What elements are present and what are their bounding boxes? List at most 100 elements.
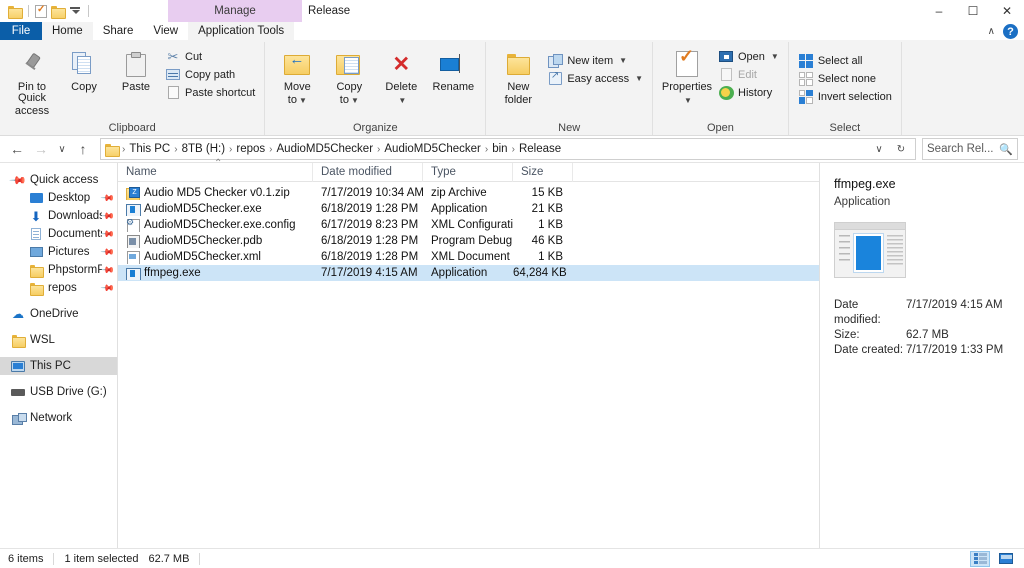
- qat-divider: [28, 5, 29, 17]
- table-row[interactable]: AudioMD5Checker.exe 6/18/2019 1:28 PM Ap…: [118, 201, 819, 217]
- contextual-tab-manage[interactable]: Manage: [168, 0, 302, 22]
- breadcrumb-item-audiomd5checker[interactable]: AudioMD5Checker: [273, 143, 378, 155]
- sidebar-item-label: Downloads: [48, 210, 102, 222]
- file-date-modified: 6/17/2019 8:23 PM: [321, 219, 419, 231]
- properties-button[interactable]: Properties ▼: [659, 46, 715, 108]
- breadcrumb-item-release[interactable]: Release: [515, 143, 565, 155]
- paste-icon: [126, 52, 146, 77]
- address-dropdown-icon[interactable]: ∨: [871, 138, 887, 160]
- ribbon-group-label-open: Open: [706, 122, 734, 134]
- copy-button[interactable]: Copy: [58, 46, 110, 95]
- file-name: ffmpeg.exe: [144, 267, 201, 279]
- minimize-button[interactable]: –: [922, 0, 956, 22]
- new-item-button[interactable]: New item ▼: [544, 52, 646, 69]
- breadcrumb[interactable]: › This PC › 8TB (H:) › repos › AudioMD5C…: [100, 138, 916, 160]
- rename-icon: [440, 54, 466, 74]
- ribbon-tab-strip: File Home Share View Application Tools: [0, 22, 1024, 40]
- table-row[interactable]: ffmpeg.exe 7/17/2019 4:15 AM Application…: [118, 265, 819, 281]
- search-input[interactable]: Search Rel... 🔍: [922, 138, 1018, 160]
- column-header-name[interactable]: Name: [118, 162, 313, 182]
- back-button[interactable]: ←: [6, 138, 28, 160]
- open-button[interactable]: Open ▼: [715, 48, 782, 65]
- breadcrumb-item-bin[interactable]: bin: [488, 143, 511, 155]
- sidebar-item-desktop[interactable]: Desktop 📌: [0, 189, 117, 207]
- tab-home[interactable]: Home: [42, 22, 93, 40]
- move-to-button[interactable]: Move to▼: [271, 46, 323, 108]
- sidebar-item-label: WSL: [30, 334, 55, 346]
- sidebar-item-repos[interactable]: repos 📌: [0, 279, 117, 297]
- breadcrumb-item-8tb[interactable]: 8TB (H:): [178, 143, 229, 155]
- new-folder-button[interactable]: New folder: [492, 46, 544, 108]
- sidebar-item-this-pc[interactable]: This PC: [0, 357, 117, 375]
- collapse-ribbon-icon[interactable]: ∧: [988, 26, 995, 37]
- sidebar-item-wsl[interactable]: WSL: [0, 331, 117, 349]
- tab-share[interactable]: Share: [93, 22, 144, 40]
- details-view-button[interactable]: [970, 550, 990, 567]
- status-divider-2: [199, 552, 201, 565]
- sidebar-item-pictures[interactable]: Pictures 📌: [0, 243, 117, 261]
- sidebar-item-network[interactable]: Network: [0, 409, 117, 427]
- details-pane: ffmpeg.exe Application Date modified: 7/…: [820, 163, 1024, 548]
- onedrive-icon: ☁: [12, 307, 24, 321]
- sidebar-item-usb-drive[interactable]: USB Drive (G:): [0, 383, 117, 401]
- history-label: History: [738, 86, 773, 99]
- paste-shortcut-button[interactable]: Paste shortcut: [162, 84, 258, 101]
- search-placeholder: Search Rel...: [927, 143, 994, 155]
- tab-file[interactable]: File: [0, 22, 42, 40]
- column-header-size[interactable]: Size: [513, 162, 573, 182]
- forward-button[interactable]: →: [30, 138, 52, 160]
- column-header-date-modified[interactable]: Date modified: [313, 162, 423, 182]
- folder-icon[interactable]: [51, 5, 66, 19]
- edit-button[interactable]: Edit: [715, 66, 782, 83]
- sidebar-item-documents[interactable]: Documents 📌: [0, 225, 117, 243]
- sidebar-item-downloads[interactable]: ⬇ Downloads 📌: [0, 207, 117, 225]
- status-selection: 1 item selected: [64, 552, 139, 565]
- easy-access-button[interactable]: Easy access ▼: [544, 70, 646, 87]
- breadcrumb-item-audiomd5checker-2[interactable]: AudioMD5Checker: [380, 143, 485, 155]
- pin-icon: 📌: [100, 262, 116, 278]
- help-icon[interactable]: ?: [1003, 24, 1018, 39]
- folder-icon: [10, 334, 26, 348]
- copy-to-icon: [336, 53, 362, 75]
- open-label: Open: [738, 50, 765, 63]
- up-button[interactable]: ↑: [72, 138, 94, 160]
- maximize-button[interactable]: ☐: [956, 0, 990, 22]
- pin-to-quick-access-button[interactable]: Pin to Quick access: [6, 46, 58, 119]
- open-caret-icon: ▼: [770, 52, 779, 61]
- tab-application-tools[interactable]: Application Tools: [188, 22, 295, 40]
- column-header-type[interactable]: Type: [423, 162, 513, 182]
- sidebar-item-phpstormprojects[interactable]: PhpstormProjects 📌: [0, 261, 117, 279]
- recent-locations-button[interactable]: ∨: [54, 138, 70, 160]
- cut-button[interactable]: ✂ Cut: [162, 48, 258, 65]
- copy-path-button[interactable]: Copy path: [162, 66, 258, 83]
- paste-button[interactable]: Paste: [110, 46, 162, 95]
- select-none-icon: [798, 71, 813, 86]
- select-all-button[interactable]: Select all: [795, 52, 895, 69]
- close-button[interactable]: ✕: [990, 0, 1024, 22]
- history-button[interactable]: History: [715, 84, 782, 101]
- select-none-button[interactable]: Select none: [795, 70, 895, 87]
- invert-selection-button[interactable]: Invert selection: [795, 88, 895, 105]
- file-type: zip Archive: [431, 187, 487, 199]
- properties-icon[interactable]: [35, 4, 47, 18]
- table-row[interactable]: Audio MD5 Checker v0.1.zip 7/17/2019 10:…: [118, 185, 819, 201]
- new-folder-icon[interactable]: [8, 5, 23, 19]
- table-row[interactable]: AudioMD5Checker.pdb 6/18/2019 1:28 PM Pr…: [118, 233, 819, 249]
- customize-qat-icon[interactable]: [69, 5, 82, 17]
- refresh-icon[interactable]: ↻: [893, 138, 909, 160]
- sidebar-item-quick-access[interactable]: 📌 Quick access: [0, 171, 117, 189]
- sidebar-item-onedrive[interactable]: ☁ OneDrive: [0, 305, 117, 323]
- status-divider: [53, 552, 55, 565]
- delete-button[interactable]: ✕ Delete ▼: [375, 46, 427, 108]
- rename-button[interactable]: Rename: [427, 46, 479, 95]
- tab-view[interactable]: View: [143, 22, 188, 40]
- breadcrumb-item-repos[interactable]: repos: [232, 143, 269, 155]
- sidebar-item-label: This PC: [30, 360, 71, 372]
- large-icons-view-button[interactable]: [996, 551, 1016, 567]
- pictures-icon: [28, 247, 44, 257]
- table-row[interactable]: AudioMD5Checker.exe.config 6/17/2019 8:2…: [118, 217, 819, 233]
- table-row[interactable]: AudioMD5Checker.xml 6/18/2019 1:28 PM XM…: [118, 249, 819, 265]
- copy-to-button[interactable]: Copy to ▼: [323, 46, 375, 108]
- breadcrumb-item-this-pc[interactable]: This PC: [125, 143, 174, 155]
- details-value: 62.7 MB: [906, 329, 949, 341]
